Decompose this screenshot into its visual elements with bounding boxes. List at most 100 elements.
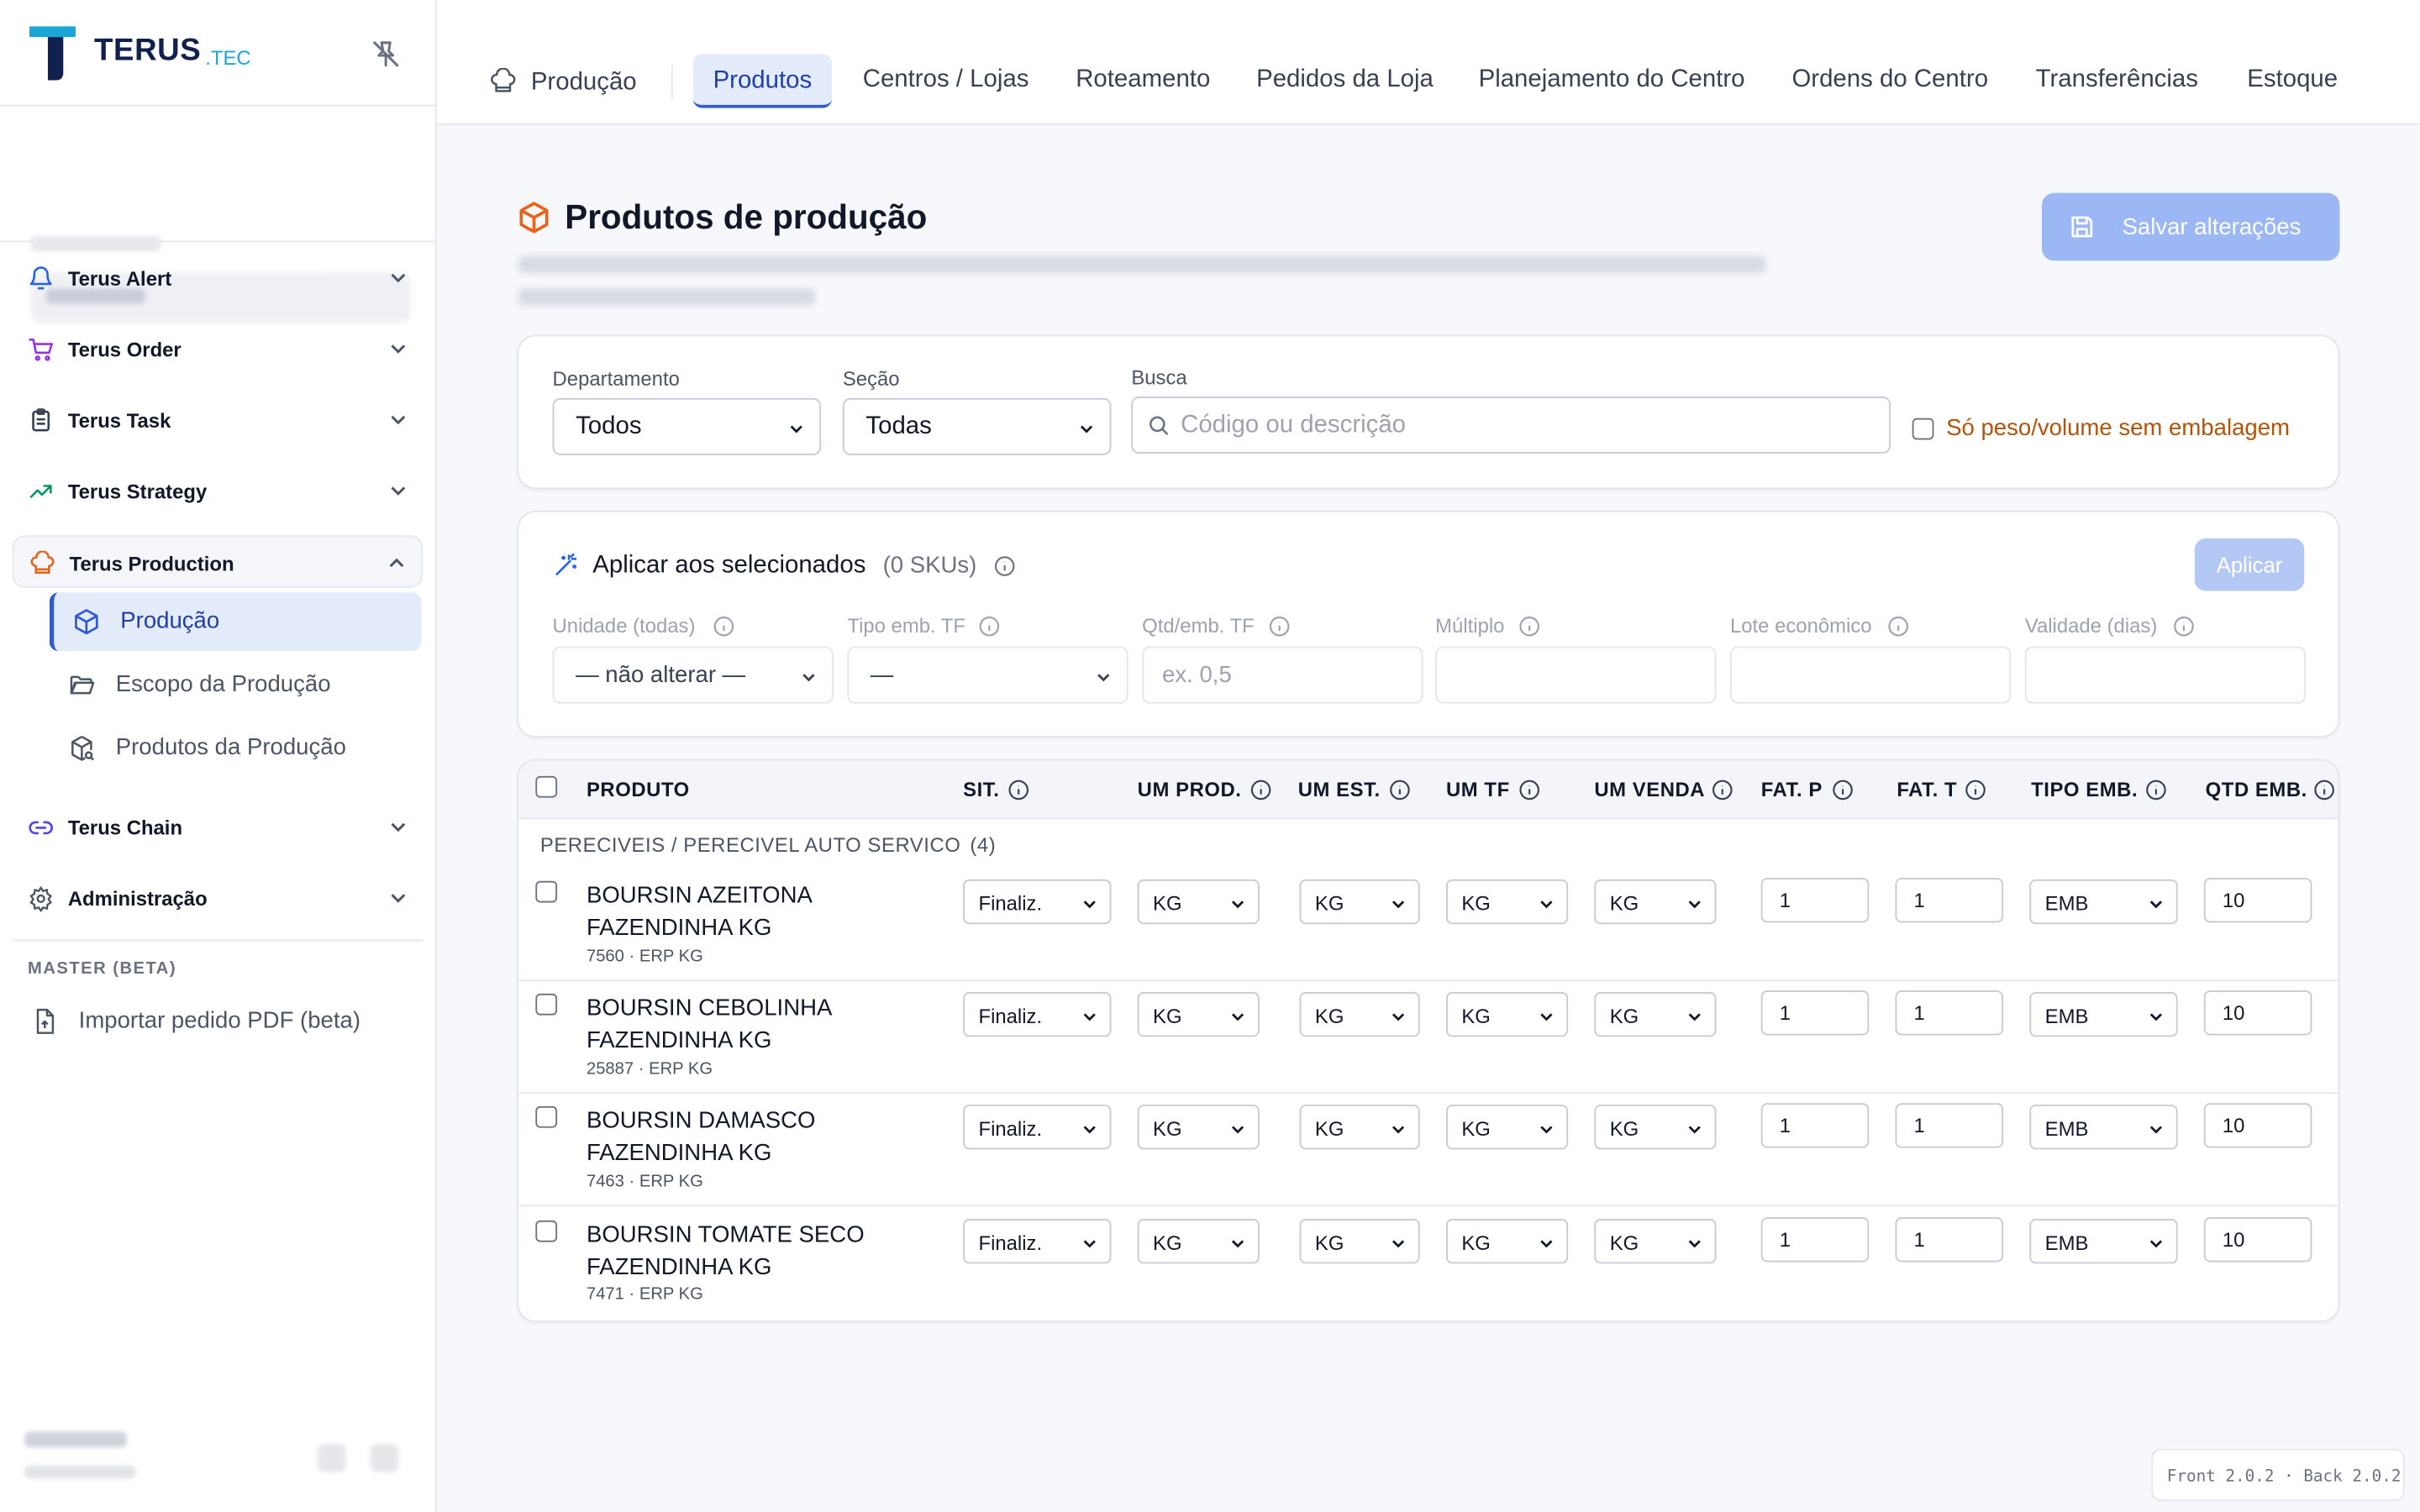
save-changes-button[interactable]: Salvar alterações [2041, 192, 2340, 261]
tipo-emb-select[interactable]: EMB [2029, 1105, 2178, 1150]
bulk-unit-select[interactable]: — não alterar — [552, 646, 834, 704]
bulk-multiple-input[interactable] [1435, 646, 1717, 704]
row-divider [518, 1205, 2338, 1207]
sidebar-divider [12, 939, 424, 942]
search-input[interactable]: Código ou descrição [1131, 396, 1891, 454]
section-select[interactable]: Todas [842, 397, 1112, 455]
bulk-qty-pack-input[interactable]: ex. 0,5 [1142, 646, 1423, 704]
column-header-um-prod[interactable]: UM PROD. [1138, 778, 1242, 801]
um-est-select[interactable]: KG [1299, 1219, 1420, 1264]
um-prod-select[interactable]: KG [1137, 992, 1260, 1037]
sidebar-item-import-pdf[interactable]: Importar pedido PDF (beta) [13, 992, 424, 1051]
select-all-checkbox[interactable] [535, 775, 558, 798]
tab-estoque[interactable]: Estoque [2247, 66, 2338, 94]
tipo-emb-select[interactable]: EMB [2029, 879, 2178, 925]
terus-logo-icon [29, 26, 76, 81]
row-checkbox[interactable] [535, 993, 558, 1016]
tab-roteamento[interactable]: Roteamento [1076, 66, 1210, 94]
bulk-lot-input[interactable] [1729, 646, 2012, 704]
um-venda-select[interactable]: KG [1594, 1105, 1717, 1150]
department-select[interactable]: Todos [552, 397, 822, 455]
row-checkbox[interactable] [535, 1220, 558, 1242]
qtd-emb-input[interactable]: 10 [2203, 878, 2312, 923]
bulk-pack-type-select[interactable]: — [847, 646, 1128, 704]
info-icon [979, 616, 1000, 637]
row-checkbox[interactable] [535, 880, 558, 903]
sidebar-item-terus-order[interactable]: Terus Order [13, 323, 424, 375]
sit-select[interactable]: Finaliz. [963, 1105, 1112, 1150]
um-prod-select[interactable]: KG [1137, 1219, 1260, 1264]
weight-only-checkbox[interactable] [1912, 417, 1934, 440]
tab-produtos[interactable]: Produtos [692, 54, 833, 108]
tab-pedidos-loja[interactable]: Pedidos da Loja [1256, 66, 1434, 94]
fat-t-input[interactable]: 1 [1895, 990, 2004, 1036]
sidebar-subitem-escopo[interactable]: Escopo da Produção [50, 656, 422, 715]
um-venda-select[interactable]: KG [1594, 879, 1717, 925]
um-est-select[interactable]: KG [1299, 1105, 1420, 1150]
um-prod-value: KG [1153, 1004, 1182, 1028]
filters-card: Departamento Todos Seção Todas Busca Cód… [517, 334, 2340, 490]
sit-select[interactable]: Finaliz. [963, 992, 1112, 1037]
row-checkbox[interactable] [535, 1105, 558, 1128]
um-prod-select[interactable]: KG [1137, 879, 1260, 925]
tipo-emb-select[interactable]: EMB [2029, 992, 2178, 1037]
qtd-emb-input[interactable]: 10 [2203, 990, 2312, 1036]
sidebar-subitem-label: Escopo da Produção [115, 670, 331, 698]
user-action-blurred[interactable] [318, 1444, 346, 1473]
um-tf-select[interactable]: KG [1446, 879, 1569, 925]
chevron-down-icon [1231, 1240, 1244, 1248]
column-header-sit[interactable]: SIT. [963, 778, 999, 801]
fat-p-input[interactable]: 1 [1760, 1103, 1870, 1148]
fat-t-input[interactable]: 1 [1895, 878, 2004, 923]
fat-t-input[interactable]: 1 [1895, 1103, 2004, 1148]
column-header-produto[interactable]: PRODUTO [587, 778, 690, 801]
user-action-blurred[interactable] [370, 1444, 398, 1473]
sidebar-item-administracao[interactable]: Administração [13, 872, 424, 924]
column-header-fat-t[interactable]: FAT. T [1897, 778, 1957, 801]
sidebar-subitem-producao[interactable]: Produção [49, 592, 422, 652]
column-header-um-tf[interactable]: UM TF [1446, 778, 1510, 801]
sit-select[interactable]: Finaliz. [963, 1219, 1112, 1264]
apply-button[interactable]: Aplicar [2194, 538, 2305, 591]
bulk-validity-input[interactable] [2024, 646, 2307, 704]
sidebar-subitem-produtos[interactable]: Produtos da Produção [50, 719, 422, 778]
unpin-sidebar-icon[interactable] [369, 37, 402, 71]
column-header-qtd-emb[interactable]: QTD EMB. [2206, 778, 2307, 801]
um-est-select[interactable]: KG [1299, 992, 1420, 1037]
info-icon [2174, 616, 2194, 637]
sidebar-item-terus-chain[interactable]: Terus Chain [13, 801, 424, 853]
chevron-down-icon [391, 822, 406, 832]
sidebar-item-terus-task[interactable]: Terus Task [13, 393, 424, 445]
um-prod-value: KG [1153, 1231, 1182, 1255]
fat-t-input[interactable]: 1 [1895, 1217, 2004, 1263]
um-est-select[interactable]: KG [1299, 879, 1420, 925]
um-tf-select[interactable]: KG [1446, 1219, 1569, 1264]
column-header-um-est[interactable]: UM EST. [1298, 778, 1381, 801]
chevron-down-icon [391, 894, 406, 903]
info-icon [1712, 780, 1733, 801]
sidebar-item-terus-alert[interactable]: Terus Alert [13, 251, 424, 303]
column-header-tipo-emb[interactable]: TIPO EMB. [2031, 778, 2138, 801]
tab-planejamento-centro[interactable]: Planejamento do Centro [1479, 66, 1745, 94]
column-header-um-venda[interactable]: UM VENDA [1594, 778, 1705, 801]
sidebar-item-terus-strategy[interactable]: Terus Strategy [13, 465, 424, 517]
fat-p-input[interactable]: 1 [1760, 878, 1870, 923]
fat-p-input[interactable]: 1 [1760, 1217, 1870, 1263]
um-venda-select[interactable]: KG [1594, 992, 1717, 1037]
section-label-master: MASTER (BETA) [28, 959, 177, 979]
sit-select[interactable]: Finaliz. [963, 879, 1112, 925]
qtd-emb-input[interactable]: 10 [2203, 1217, 2312, 1263]
um-tf-select[interactable]: KG [1446, 992, 1569, 1037]
um-prod-select[interactable]: KG [1137, 1105, 1260, 1150]
fat-p-input[interactable]: 1 [1760, 990, 1870, 1036]
page-description-blurred [518, 255, 1766, 274]
qtd-emb-input[interactable]: 10 [2203, 1103, 2312, 1148]
column-header-fat-p[interactable]: FAT. P [1761, 778, 1823, 801]
sidebar-item-terus-production[interactable]: Terus Production [12, 535, 424, 588]
tab-centros-lojas[interactable]: Centros / Lojas [863, 66, 1029, 94]
tipo-emb-select[interactable]: EMB [2029, 1219, 2178, 1264]
tab-ordens-centro[interactable]: Ordens do Centro [1791, 66, 1988, 94]
um-venda-select[interactable]: KG [1594, 1219, 1717, 1264]
tab-transferencias[interactable]: Transferências [2036, 66, 2198, 94]
um-tf-select[interactable]: KG [1446, 1105, 1569, 1150]
